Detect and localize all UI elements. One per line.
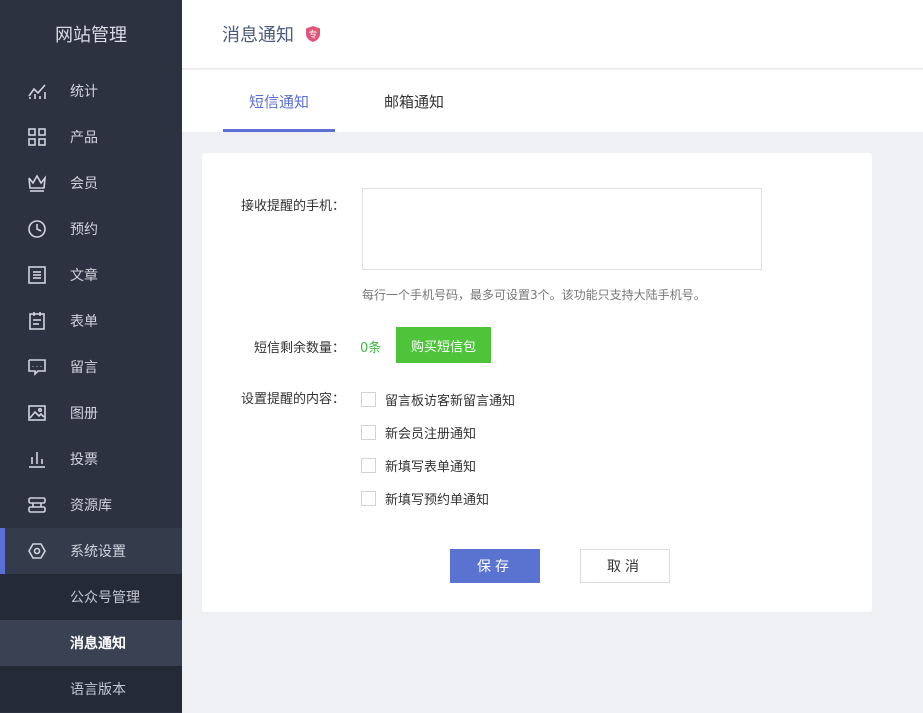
sidebar-item-label: 资源库 <box>70 498 112 514</box>
tab-email[interactable]: 邮箱通知 <box>358 70 470 132</box>
buy-sms-button[interactable]: 购买短信包 <box>396 327 491 363</box>
message-icon <box>27 357 47 377</box>
checkbox[interactable] <box>361 458 376 473</box>
sidebar-item-system-settings[interactable]: 系统设置 <box>0 528 182 574</box>
sidebar-item-forms[interactable]: 表单 <box>0 298 182 344</box>
page-header: 消息通知 专 <box>182 0 923 69</box>
sidebar-item-label: 系统设置 <box>70 544 126 560</box>
content-label: 设置提醒的内容： <box>240 392 345 407</box>
sidebar-item-label: 产品 <box>70 130 98 146</box>
checkbox[interactable] <box>361 425 376 440</box>
bar-chart-icon <box>27 449 47 469</box>
sidebar-subitem-languages[interactable]: 语言版本 <box>0 666 182 712</box>
option-guestbook[interactable]: 留言板访客新留言通知 <box>361 390 515 409</box>
sidebar-item-label: 文章 <box>70 268 98 284</box>
checkbox[interactable] <box>361 392 376 407</box>
sidebar-subitem-wechat[interactable]: 公众号管理 <box>0 574 182 620</box>
database-icon <box>27 495 47 515</box>
sidebar-item-label: 会员 <box>70 176 98 192</box>
phone-hint: 每行一个手机号码，最多可设置3个。该功能只支持大陆手机号。 <box>362 288 706 302</box>
image-icon <box>27 403 47 423</box>
sidebar-item-resources[interactable]: 资源库 <box>0 482 182 528</box>
checkbox[interactable] <box>361 491 376 506</box>
clock-icon <box>27 219 47 239</box>
sidebar-item-label: 统计 <box>70 84 98 100</box>
option-booking-submit[interactable]: 新填写预约单通知 <box>361 489 489 508</box>
settings-card: 接收提醒的手机： 每行一个手机号码，最多可设置3个。该功能只支持大陆手机号。 短… <box>202 153 872 612</box>
sidebar-item-members[interactable]: 会员 <box>0 160 182 206</box>
sidebar-item-messages[interactable]: 留言 <box>0 344 182 390</box>
phone-input[interactable] <box>362 188 762 270</box>
option-member-register[interactable]: 新会员注册通知 <box>361 423 476 442</box>
sidebar-item-label: 表单 <box>70 314 98 330</box>
option-form-submit[interactable]: 新填写表单通知 <box>361 456 476 475</box>
tab-sms[interactable]: 短信通知 <box>223 70 335 132</box>
save-button[interactable]: 保存 <box>450 549 540 583</box>
sidebar: 网站管理 统计 产品 会员 预约 文章 表单 留言 图册 投票 资源库 系统设置… <box>0 0 182 713</box>
sidebar-item-label: 图册 <box>70 406 98 422</box>
page-title: 消息通知 <box>222 25 294 46</box>
sidebar-item-products[interactable]: 产品 <box>0 114 182 160</box>
option-label: 新填写预约单通知 <box>385 493 490 508</box>
option-label: 新填写表单通知 <box>385 460 477 475</box>
cancel-button[interactable]: 取消 <box>580 549 670 583</box>
sidebar-item-label: 投票 <box>70 452 98 468</box>
option-label: 新会员注册通知 <box>385 427 477 442</box>
sidebar-item-label: 留言 <box>70 360 98 376</box>
list-icon <box>27 265 47 285</box>
sidebar-item-label: 预约 <box>70 222 98 238</box>
sidebar-item-gallery[interactable]: 图册 <box>0 390 182 436</box>
sidebar-subitem-notifications[interactable]: 消息通知 <box>0 620 182 666</box>
sidebar-submenu: 公众号管理 消息通知 语言版本 <box>0 574 182 712</box>
site-title: 网站管理 <box>55 25 127 46</box>
gear-icon <box>27 541 47 561</box>
crown-icon <box>27 173 47 193</box>
sms-remaining-label: 短信剩余数量： <box>253 341 345 356</box>
grid-icon <box>27 127 47 147</box>
sidebar-item-articles[interactable]: 文章 <box>0 252 182 298</box>
sidebar-item-stats[interactable]: 统计 <box>0 68 182 114</box>
tab-bar: 短信通知 邮箱通知 <box>182 70 923 132</box>
sidebar-item-votes[interactable]: 投票 <box>0 436 182 482</box>
sidebar-item-booking[interactable]: 预约 <box>0 206 182 252</box>
stats-icon <box>27 81 47 101</box>
pro-badge-icon: 专 <box>306 26 320 42</box>
clipboard-icon <box>27 311 47 331</box>
phone-label: 接收提醒的手机： <box>240 199 345 214</box>
option-label: 留言板访客新留言通知 <box>385 394 516 409</box>
svg-text:专: 专 <box>308 29 317 41</box>
sms-count: 0条 <box>360 341 382 356</box>
